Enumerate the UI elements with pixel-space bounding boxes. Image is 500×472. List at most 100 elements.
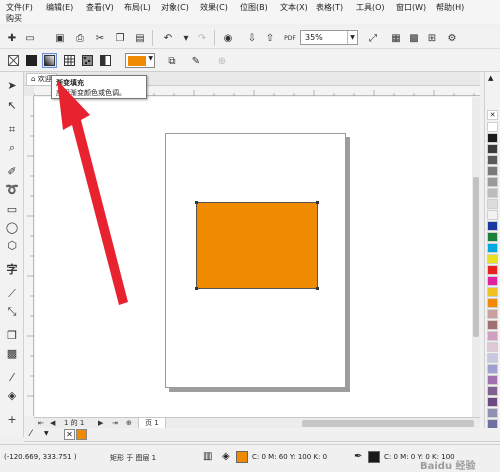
palette-swatch[interactable]: [487, 408, 498, 418]
selection-handle[interactable]: [316, 201, 319, 204]
palette-swatch[interactable]: [487, 375, 498, 385]
no-fill-icon[interactable]: [6, 53, 21, 68]
menu-bitmap[interactable]: 位图(B): [240, 2, 268, 13]
paste-icon[interactable]: ▤: [132, 30, 148, 46]
ruler-origin[interactable]: [24, 87, 34, 96]
menu-object[interactable]: 对象(C): [161, 2, 189, 13]
palette-swatch[interactable]: [487, 342, 498, 352]
new-document-icon[interactable]: ✚: [4, 30, 20, 46]
menu-window[interactable]: 窗口(W): [396, 2, 426, 13]
pattern-fill-icon[interactable]: [62, 53, 77, 68]
menu-table[interactable]: 表格(T): [316, 2, 343, 13]
edit-fill-icon[interactable]: ✎: [188, 53, 204, 69]
next-page-icon[interactable]: ▶: [98, 418, 103, 428]
open-folder-icon[interactable]: ▭: [22, 30, 38, 46]
text-tool-icon[interactable]: 字: [4, 262, 20, 278]
crop-tool-icon[interactable]: ⌗: [4, 122, 20, 138]
ellipse-tool-icon[interactable]: ◯: [4, 220, 20, 236]
copy-fill-icon[interactable]: ⧉: [164, 53, 180, 69]
chevron-down-icon[interactable]: ▼: [347, 31, 357, 44]
copy-icon[interactable]: ❐: [112, 30, 128, 46]
freehand-tool-icon[interactable]: ✐: [4, 164, 20, 180]
export-icon[interactable]: ⇧: [262, 30, 278, 46]
zoom-tool-icon[interactable]: ⌕: [4, 140, 20, 156]
fill-color-indicator[interactable]: [236, 451, 248, 463]
options-gear-icon[interactable]: ⚙: [444, 30, 460, 46]
selection-handle[interactable]: [316, 287, 319, 290]
palette-swatch[interactable]: [487, 320, 498, 330]
palette-swatch[interactable]: [487, 331, 498, 341]
texture-fill-icon[interactable]: [80, 53, 95, 68]
palette-swatch[interactable]: [487, 397, 498, 407]
scrollbar-thumb[interactable]: [473, 177, 479, 337]
menu-text[interactable]: 文本(X): [280, 2, 308, 13]
grid-icon[interactable]: ▩: [406, 30, 422, 46]
publish-pdf-icon[interactable]: PDF: [282, 30, 298, 46]
palette-swatch[interactable]: [487, 309, 498, 319]
cut-icon[interactable]: ✂: [92, 30, 108, 46]
first-page-icon[interactable]: ⇤: [38, 418, 44, 428]
zoom-level-select[interactable]: 35% ▼: [300, 30, 358, 45]
palette-swatch[interactable]: [487, 298, 498, 308]
menu-tools[interactable]: 工具(O): [356, 2, 385, 13]
palette-swatch[interactable]: [487, 155, 498, 165]
rectangle-tool-icon[interactable]: ▭: [4, 202, 20, 218]
selection-handle[interactable]: [195, 201, 198, 204]
no-fill-swatch[interactable]: ✕: [64, 429, 75, 440]
palette-swatch[interactable]: [487, 386, 498, 396]
pen-outline-icon[interactable]: ✒: [354, 451, 362, 462]
palette-swatch[interactable]: [487, 232, 498, 242]
connector-tool-icon[interactable]: ⤡: [4, 304, 20, 320]
print-icon[interactable]: ⎙: [72, 30, 88, 46]
parallel-dimension-icon[interactable]: ⟋: [4, 286, 20, 302]
palette-swatch[interactable]: [487, 199, 498, 209]
palette-swatch[interactable]: [487, 265, 498, 275]
last-page-icon[interactable]: ⇥: [112, 418, 118, 428]
pick-tool-icon[interactable]: ➤: [4, 78, 20, 94]
redo-icon[interactable]: ↷: [194, 30, 210, 46]
menu-help[interactable]: 帮助(H): [436, 2, 464, 13]
menu-edit[interactable]: 编辑(E): [46, 2, 73, 13]
add-preset-icon[interactable]: ⊕: [214, 53, 230, 69]
palette-swatch[interactable]: [487, 177, 498, 187]
chevron-up-icon[interactable]: ▲: [488, 74, 493, 82]
palette-swatch[interactable]: [487, 144, 498, 154]
menu-file[interactable]: 文件(F): [6, 2, 33, 13]
menu-effects[interactable]: 效果(C): [200, 2, 228, 13]
interactive-fill-icon[interactable]: ◈: [4, 388, 20, 404]
outline-color-indicator[interactable]: [368, 451, 380, 463]
gradient-fill-icon[interactable]: [42, 53, 57, 68]
snap-to-icon[interactable]: ⊞: [424, 30, 440, 46]
palette-swatch[interactable]: [487, 122, 498, 132]
horizontal-scrollbar[interactable]: [302, 420, 474, 427]
palette-swatch[interactable]: [487, 353, 498, 363]
fill-color-picker[interactable]: ▼: [125, 53, 155, 68]
corel-connect-icon[interactable]: ◉: [220, 30, 236, 46]
palette-swatch[interactable]: [487, 133, 498, 143]
vertical-scrollbar[interactable]: [472, 97, 480, 417]
polygon-tool-icon[interactable]: ⬡: [4, 238, 20, 254]
palette-swatch[interactable]: [487, 166, 498, 176]
full-screen-icon[interactable]: ⤢: [365, 30, 381, 46]
palette-swatch[interactable]: [487, 243, 498, 253]
eyedropper-icon[interactable]: ⁄: [30, 429, 32, 439]
undo-icon[interactable]: ↶: [160, 30, 176, 46]
palette-swatch[interactable]: [487, 254, 498, 264]
palette-swatch[interactable]: [487, 221, 498, 231]
palette-swatch[interactable]: [487, 364, 498, 374]
menu-view[interactable]: 查看(V): [86, 2, 114, 13]
postscript-fill-icon[interactable]: [98, 53, 113, 68]
orange-swatch[interactable]: [76, 429, 87, 440]
palette-swatch[interactable]: [487, 188, 498, 198]
menu-layout[interactable]: 布局(L): [124, 2, 151, 13]
rulers-icon[interactable]: ▦: [388, 30, 404, 46]
shape-tool-icon[interactable]: ↖: [4, 98, 20, 114]
transparency-tool-icon[interactable]: ▩: [4, 346, 20, 362]
previous-page-icon[interactable]: ◀: [50, 418, 55, 428]
save-icon[interactable]: ▣: [52, 30, 68, 46]
undo-dropdown-icon[interactable]: ▾: [178, 30, 194, 46]
palette-swatch[interactable]: [487, 210, 498, 220]
selection-handle[interactable]: [195, 287, 198, 290]
chevron-down-icon[interactable]: ▼: [148, 55, 153, 62]
palette-swatch[interactable]: [487, 276, 498, 286]
